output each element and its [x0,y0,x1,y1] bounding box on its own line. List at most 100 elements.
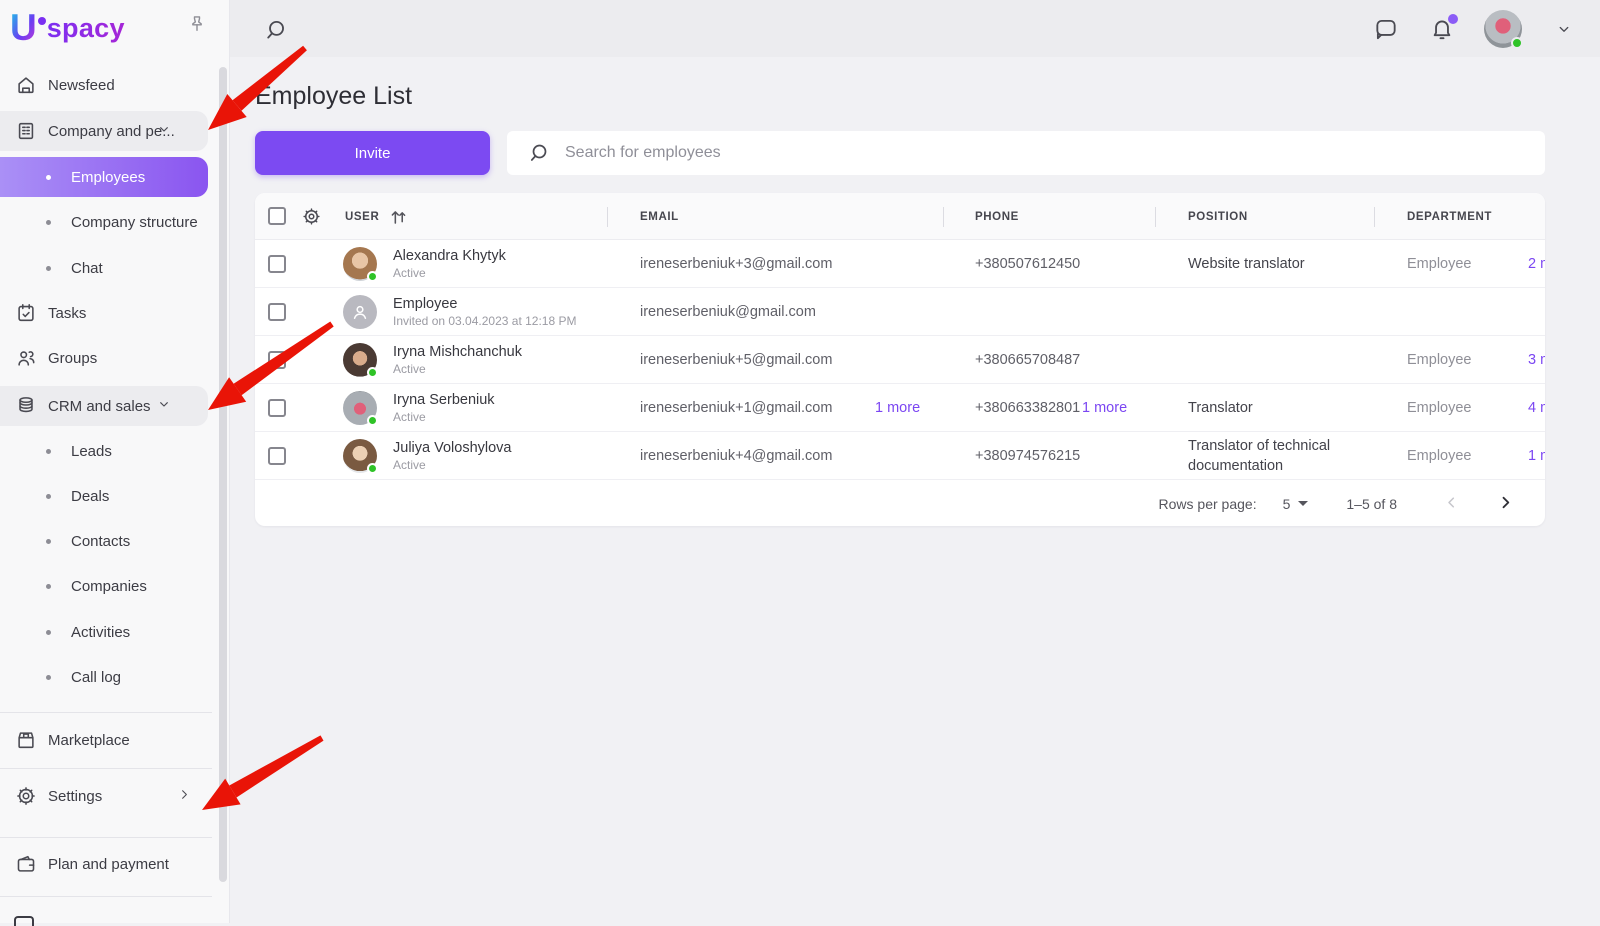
department-more-link[interactable]: 2 more [1528,240,1545,288]
department-more-link[interactable]: 4 more [1528,384,1545,432]
employee-table: USER EMAIL PHONE POSITION DEPARTMENT Ale… [255,193,1545,526]
phone-more-link[interactable]: 1 more [1082,384,1127,432]
sidebar-divider [0,896,212,897]
employee-email: ireneserbeniuk+1@gmail.com [640,384,832,432]
caret-down-icon [1298,501,1308,506]
column-separator [943,207,944,227]
employee-phone: +380663382801 [975,384,1080,432]
sidebar-item-tasks[interactable]: Tasks [0,293,230,333]
sidebar-item-leads[interactable]: Leads [0,431,230,471]
sidebar-item-plan-and-payment[interactable]: Plan and payment [0,844,230,884]
employee-department: Employee [1407,336,1471,384]
bullet-icon [46,175,51,180]
employee-name[interactable]: Alexandra Khytyk [393,247,506,266]
employee-phone: +380507612450 [975,240,1080,288]
sidebar-item-label: Call log [71,669,121,686]
online-status-dot [367,367,378,378]
sidebar-item-deals[interactable]: Deals [0,476,230,516]
sidebar-item-contacts[interactable]: Contacts [0,521,230,561]
sidebar-item-settings[interactable]: Settings [0,776,230,816]
column-header-user[interactable]: USER [345,193,379,240]
sidebar-item-label: Company structure [71,214,198,231]
sidebar-divider [0,712,212,713]
employee-name[interactable]: Juliya Voloshylova [393,439,512,458]
employee-phone: +380974576215 [975,432,1080,480]
employee-department: Employee [1407,384,1471,432]
row-checkbox[interactable] [268,303,286,321]
next-page-icon[interactable] [1496,493,1515,515]
sidebar-item-marketplace[interactable]: Marketplace [0,720,230,760]
sidebar-item-label: Chat [71,260,103,277]
employee-name[interactable]: Iryna Mishchanchuk [393,343,522,362]
rows-per-page-value: 5 [1283,496,1291,512]
global-search-icon[interactable] [262,16,290,44]
profile-chevron-down-icon[interactable] [1550,15,1578,43]
row-checkbox[interactable] [268,447,286,465]
uspacy-logo[interactable]: U spacy [10,8,125,48]
row-checkbox[interactable] [268,255,286,273]
previous-page-icon[interactable] [1443,494,1460,514]
row-checkbox[interactable] [268,399,286,417]
chevron-down-icon [156,121,172,141]
notification-badge [1448,14,1458,24]
sidebar-item-employees[interactable]: Employees [0,157,208,197]
sidebar-item-call-log[interactable]: Call log [0,657,230,697]
online-status-dot [367,415,378,426]
invite-button[interactable]: Invite [255,131,490,175]
department-more-link[interactable]: 1 more [1528,432,1545,480]
department-more-link[interactable]: 3 more [1528,336,1545,384]
bullet-icon [46,630,51,635]
pin-sidebar-icon[interactable] [187,14,207,39]
table-row[interactable]: Employee Invited on 03.04.2023 at 12:18 … [255,288,1545,336]
sidebar-item-chat[interactable]: Chat [0,248,230,288]
select-all-checkbox[interactable] [268,207,286,225]
avatar [343,247,377,281]
column-header-position[interactable]: POSITION [1188,193,1248,240]
employee-name[interactable]: Iryna Serbeniuk [393,391,495,410]
table-row[interactable]: Juliya Voloshylova Active ireneserbeniuk… [255,432,1545,480]
search-input[interactable] [565,144,1465,162]
email-more-link[interactable]: 1 more [875,384,920,432]
rows-per-page-select[interactable]: 5 [1283,496,1309,512]
database-icon [14,395,38,417]
sidebar-item-companies[interactable]: Companies [0,566,230,606]
sidebar-item-activities[interactable]: Activities [0,612,230,652]
column-header-email[interactable]: EMAIL [640,193,679,240]
employee-name[interactable]: Employee [393,295,576,314]
sidebar-item-groups[interactable]: Groups [0,338,230,378]
notifications-bell-icon[interactable] [1428,15,1456,43]
topbar [230,0,1600,57]
employee-position: Website translator [1188,240,1378,288]
sidebar-item-label: CRM and sales [48,398,151,415]
employee-status: Active [393,458,512,473]
employee-position [1188,336,1378,384]
messages-icon[interactable] [1372,15,1400,43]
column-header-department[interactable]: DEPARTMENT [1407,193,1492,240]
sidebar-item-label: Newsfeed [48,77,115,94]
table-row[interactable]: Iryna Mishchanchuk Active ireneserbeniuk… [255,336,1545,384]
user-avatar[interactable] [1484,10,1522,48]
employee-email: ireneserbeniuk@gmail.com [640,288,816,336]
sidebar-divider [0,837,212,838]
employee-department: Employee [1407,240,1471,288]
employee-phone: +380665708487 [975,336,1080,384]
table-row[interactable]: Alexandra Khytyk Active ireneserbeniuk+3… [255,240,1545,288]
employee-status: Invited on 03.04.2023 at 12:18 PM [393,314,576,329]
column-header-phone[interactable]: PHONE [975,193,1019,240]
row-checkbox[interactable] [268,351,286,369]
online-status-dot [367,463,378,474]
table-row[interactable]: Iryna Serbeniuk Active ireneserbeniuk+1@… [255,384,1545,432]
employee-position: Translator [1188,384,1378,432]
sidebar-item-crm-and-sales[interactable]: CRM and sales [0,386,208,426]
bullet-icon [46,539,51,544]
building-icon [14,120,38,142]
sidebar-item-label: Activities [71,624,130,641]
sidebar-item-label: Deals [71,488,109,505]
sidebar-item-company-and-people[interactable]: Company and pe... [0,111,208,151]
sort-icon[interactable] [388,193,410,240]
sidebar-item-company-structure[interactable]: Company structure [0,202,230,242]
sidebar-item-newsfeed[interactable]: Newsfeed [0,65,230,105]
sidebar-scrollbar[interactable] [219,67,227,882]
bullet-icon [46,584,51,589]
column-settings-gear-icon[interactable] [301,193,322,240]
